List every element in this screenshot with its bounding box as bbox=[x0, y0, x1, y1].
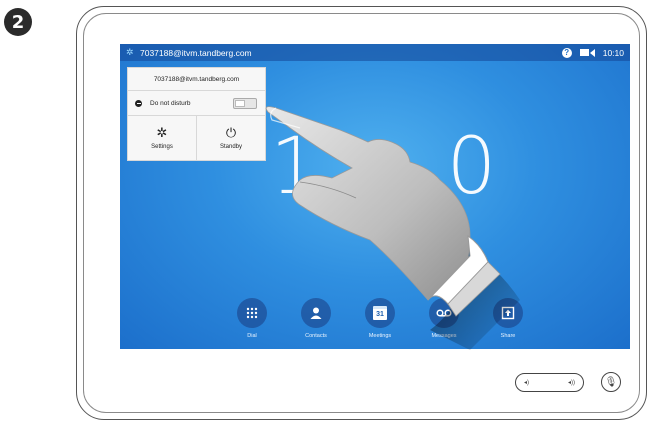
system-menu-popup: 7037188@itvm.tandberg.com Do not disturb… bbox=[127, 67, 266, 161]
do-not-disturb-row[interactable]: Do not disturb bbox=[128, 91, 265, 116]
gear-icon[interactable]: ✲ bbox=[126, 48, 135, 57]
home-dock: Dial Contacts 31 Meetings Messages Share bbox=[228, 298, 532, 339]
dock-item-dial[interactable]: Dial bbox=[228, 298, 276, 339]
dock-item-share[interactable]: Share bbox=[484, 298, 532, 339]
power-icon: ⏻ bbox=[225, 125, 237, 141]
toggle-knob bbox=[235, 100, 245, 107]
settings-button[interactable]: ✲ Settings bbox=[128, 116, 196, 160]
popup-title: 7037188@itvm.tandberg.com bbox=[128, 68, 265, 91]
do-not-disturb-toggle[interactable] bbox=[233, 98, 257, 109]
status-bar-right: ? 10:10 bbox=[561, 44, 624, 61]
clock-digit-right: 0 bbox=[446, 122, 499, 212]
calendar-day: 31 bbox=[376, 311, 384, 318]
mute-mic-icon[interactable]: 🎙 bbox=[601, 372, 621, 392]
help-icon[interactable]: ? bbox=[561, 47, 572, 58]
standby-button[interactable]: ⏻ Standby bbox=[196, 116, 265, 160]
status-time: 10:10 bbox=[602, 47, 624, 58]
calendar-icon: 31 bbox=[365, 298, 395, 328]
dialpad-icon bbox=[237, 298, 267, 328]
dock-label-meetings: Meetings bbox=[368, 333, 392, 339]
volume-down-icon[interactable]: ◂) bbox=[524, 379, 529, 386]
dock-label-messages: Messages bbox=[431, 333, 457, 339]
share-icon bbox=[493, 298, 523, 328]
popup-actions: ✲ Settings ⏻ Standby bbox=[128, 116, 265, 160]
tutorial-figure: 2 ✲ 7037188@itvm.tandberg.com ? 10:10 70… bbox=[0, 0, 653, 425]
voicemail-icon bbox=[429, 298, 459, 328]
touch-screen: ✲ 7037188@itvm.tandberg.com ? 10:10 7037… bbox=[120, 44, 630, 349]
status-bar: ✲ 7037188@itvm.tandberg.com ? 10:10 bbox=[120, 44, 630, 61]
volume-control[interactable]: ◂) ◂)) bbox=[515, 373, 584, 392]
clock-display: 10 bbox=[270, 122, 498, 212]
dock-item-messages[interactable]: Messages bbox=[420, 298, 468, 339]
do-not-disturb-label: Do not disturb bbox=[150, 99, 191, 107]
step-number-badge: 2 bbox=[4, 8, 32, 36]
volume-up-icon[interactable]: ◂)) bbox=[568, 379, 575, 386]
dock-item-meetings[interactable]: 31 Meetings bbox=[356, 298, 404, 339]
dock-label-dial: Dial bbox=[247, 333, 257, 339]
dock-label-share: Share bbox=[500, 333, 516, 339]
clock-digit-left: 1 bbox=[270, 122, 322, 212]
do-not-disturb-icon bbox=[135, 99, 142, 107]
dock-item-contacts[interactable]: Contacts bbox=[292, 298, 340, 339]
settings-label: Settings bbox=[151, 143, 173, 150]
person-icon bbox=[301, 298, 331, 328]
dock-label-contacts: Contacts bbox=[305, 333, 327, 339]
video-icon[interactable] bbox=[579, 48, 595, 57]
settings-gear-icon: ✲ bbox=[156, 125, 168, 141]
standby-label: Standby bbox=[219, 143, 243, 150]
system-address[interactable]: 7037188@itvm.tandberg.com bbox=[140, 48, 252, 58]
